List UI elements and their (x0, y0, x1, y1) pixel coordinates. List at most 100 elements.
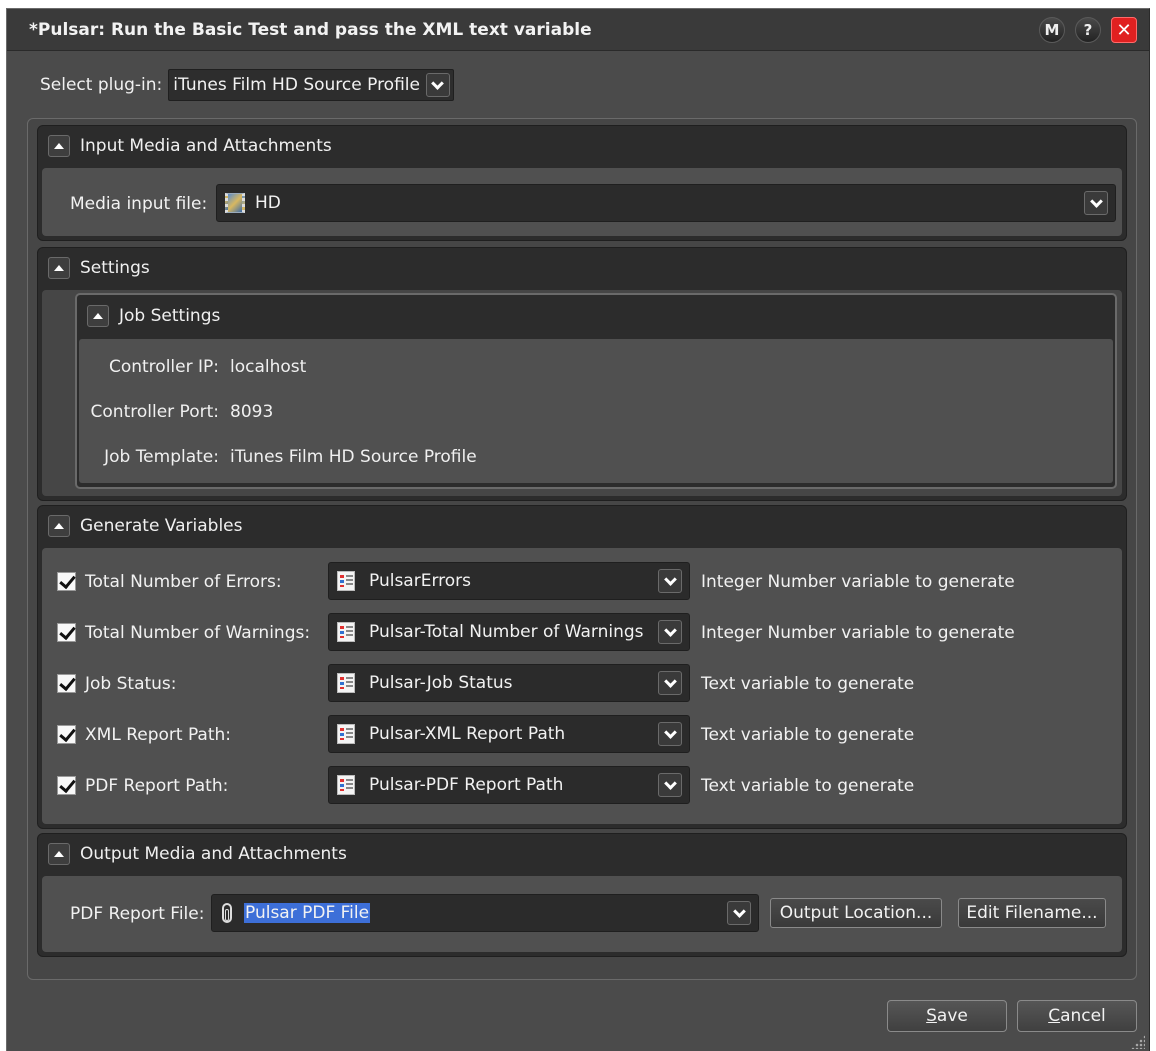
collapse-toggle-icon[interactable] (48, 515, 70, 537)
job-template-row: Job Template: iTunes Film HD Source Prof… (79, 447, 477, 467)
variable-list-icon (337, 724, 355, 744)
settings-section: Settings Job Settings Controller IP: loc… (37, 247, 1127, 501)
pdf-report-file-label: PDF Report File: (70, 904, 205, 924)
chevron-down-icon[interactable] (658, 569, 682, 593)
controller-ip-label: Controller IP: (108, 357, 219, 377)
film-clip-icon (225, 193, 245, 213)
cancel-button[interactable]: Cancel (1017, 1000, 1137, 1032)
resize-grip-icon[interactable] (1131, 1035, 1145, 1049)
chevron-down-icon[interactable] (658, 671, 682, 695)
input-media-body: Media input file: HD (42, 168, 1122, 236)
variable-list-icon (337, 571, 355, 591)
edit-filename-button[interactable]: Edit Filename... (958, 898, 1106, 928)
paperclip-icon (222, 903, 232, 923)
chevron-down-icon[interactable] (658, 620, 682, 644)
collapse-toggle-icon[interactable] (87, 305, 109, 327)
generate-variables-section: Generate Variables Total Number of Error… (37, 505, 1127, 829)
plugin-dropdown[interactable]: iTunes Film HD Source Profile (168, 69, 454, 101)
variable-dropdown[interactable]: Pulsar-XML Report Path (328, 715, 690, 753)
variable-dropdown-value: Pulsar-XML Report Path (369, 724, 566, 744)
save-label: ave (936, 1006, 968, 1026)
chevron-down-icon[interactable] (658, 773, 682, 797)
controller-port-row: Controller Port: 8093 (79, 402, 274, 422)
output-media-body: PDF Report File: Pulsar PDF File Output … (42, 876, 1122, 952)
collapse-toggle-icon[interactable] (48, 257, 70, 279)
save-mnemonic: S (926, 1006, 937, 1026)
window-title: *Pulsar: Run the Basic Test and pass the… (29, 19, 592, 40)
pdf-report-file-dropdown[interactable]: Pulsar PDF File (211, 894, 759, 932)
variable-label: Job Status: (85, 674, 177, 694)
job-settings-title: Job Settings (119, 306, 221, 326)
chevron-down-icon[interactable] (1084, 191, 1108, 215)
controller-ip-row: Controller IP: localhost (79, 357, 306, 377)
controller-ip-value: localhost (230, 357, 307, 377)
variable-label: XML Report Path: (85, 725, 232, 745)
job-settings-section: Job Settings Controller IP: localhost Co… (75, 293, 1117, 489)
collapse-toggle-icon[interactable] (48, 135, 70, 157)
media-input-label: Media input file: (70, 194, 208, 214)
variable-dropdown[interactable]: Pulsar-Total Number of Warnings (328, 613, 690, 651)
close-button[interactable]: ✕ (1111, 17, 1137, 43)
variable-label: PDF Report Path: (85, 776, 229, 796)
media-input-dropdown[interactable]: HD (216, 184, 1116, 222)
job-status-checkbox[interactable] (57, 674, 76, 693)
cancel-mnemonic: C (1048, 1006, 1061, 1026)
generate-variables-body: Total Number of Errors: PulsarErrors Int… (42, 548, 1122, 824)
m-button[interactable]: M (1039, 17, 1065, 43)
generate-variables-header[interactable]: Generate Variables (38, 506, 1126, 546)
output-media-title: Output Media and Attachments (80, 844, 347, 864)
variable-row: Job Status: Pulsar-Job Status Text varia… (42, 664, 1122, 704)
output-media-header[interactable]: Output Media and Attachments (38, 834, 1126, 874)
variable-dropdown-value: Pulsar-Job Status (369, 673, 513, 693)
xml-report-path-checkbox[interactable] (57, 725, 76, 744)
job-settings-header[interactable]: Job Settings (77, 295, 1115, 337)
input-media-title: Input Media and Attachments (80, 136, 332, 156)
variable-dropdown-value: PulsarErrors (369, 571, 472, 591)
variable-description: Text variable to generate (701, 674, 915, 694)
job-settings-body: Controller IP: localhost Controller Port… (79, 339, 1113, 483)
plugin-label: Select plug-in: (40, 75, 163, 95)
title-bar-buttons: M ? ✕ (1039, 17, 1137, 43)
variable-label: Total Number of Errors: (85, 572, 282, 592)
variable-dropdown-value: Pulsar-PDF Report Path (369, 775, 564, 795)
errors-checkbox[interactable] (57, 572, 76, 591)
settings-header[interactable]: Settings (38, 248, 1126, 288)
media-input-value: HD (255, 193, 281, 213)
variable-row: XML Report Path: Pulsar-XML Report Path … (42, 715, 1122, 755)
chevron-down-icon[interactable] (727, 901, 751, 925)
controller-port-value: 8093 (230, 402, 274, 422)
pulsar-dialog: *Pulsar: Run the Basic Test and pass the… (6, 8, 1150, 1051)
warnings-checkbox[interactable] (57, 623, 76, 642)
variable-dropdown[interactable]: PulsarErrors (328, 562, 690, 600)
help-button[interactable]: ? (1075, 17, 1101, 43)
output-location-button[interactable]: Output Location... (770, 898, 942, 928)
settings-title: Settings (80, 258, 150, 278)
variable-description: Text variable to generate (701, 725, 915, 745)
output-media-section: Output Media and Attachments PDF Report … (37, 833, 1127, 957)
cancel-label: ancel (1060, 1006, 1106, 1026)
variable-row: Total Number of Warnings: Pulsar-Total N… (42, 613, 1122, 653)
chevron-down-icon[interactable] (425, 73, 450, 97)
variable-description: Integer Number variable to generate (701, 623, 1015, 643)
pdf-report-path-checkbox[interactable] (57, 776, 76, 795)
chevron-down-icon[interactable] (658, 722, 682, 746)
variable-description: Text variable to generate (701, 776, 915, 796)
plugin-dropdown-value: iTunes Film HD Source Profile (173, 75, 420, 95)
controller-port-label: Controller Port: (90, 402, 219, 422)
variable-label: Total Number of Warnings: (85, 623, 311, 643)
variable-dropdown[interactable]: Pulsar-Job Status (328, 664, 690, 702)
collapse-toggle-icon[interactable] (48, 843, 70, 865)
generate-variables-title: Generate Variables (80, 516, 243, 536)
job-template-label: Job Template: (104, 447, 219, 467)
save-button[interactable]: Save (887, 1000, 1007, 1032)
variable-row: Total Number of Errors: PulsarErrors Int… (42, 562, 1122, 602)
variable-list-icon (337, 775, 355, 795)
input-media-section: Input Media and Attachments Media input … (37, 125, 1127, 241)
pdf-report-file-value: Pulsar PDF File (244, 903, 371, 923)
variable-dropdown-value: Pulsar-Total Number of Warnings (369, 622, 644, 642)
title-bar[interactable]: *Pulsar: Run the Basic Test and pass the… (7, 9, 1149, 51)
variable-dropdown[interactable]: Pulsar-PDF Report Path (328, 766, 690, 804)
variable-list-icon (337, 622, 355, 642)
plugin-settings-panel: Input Media and Attachments Media input … (27, 118, 1137, 980)
input-media-header[interactable]: Input Media and Attachments (38, 126, 1126, 166)
